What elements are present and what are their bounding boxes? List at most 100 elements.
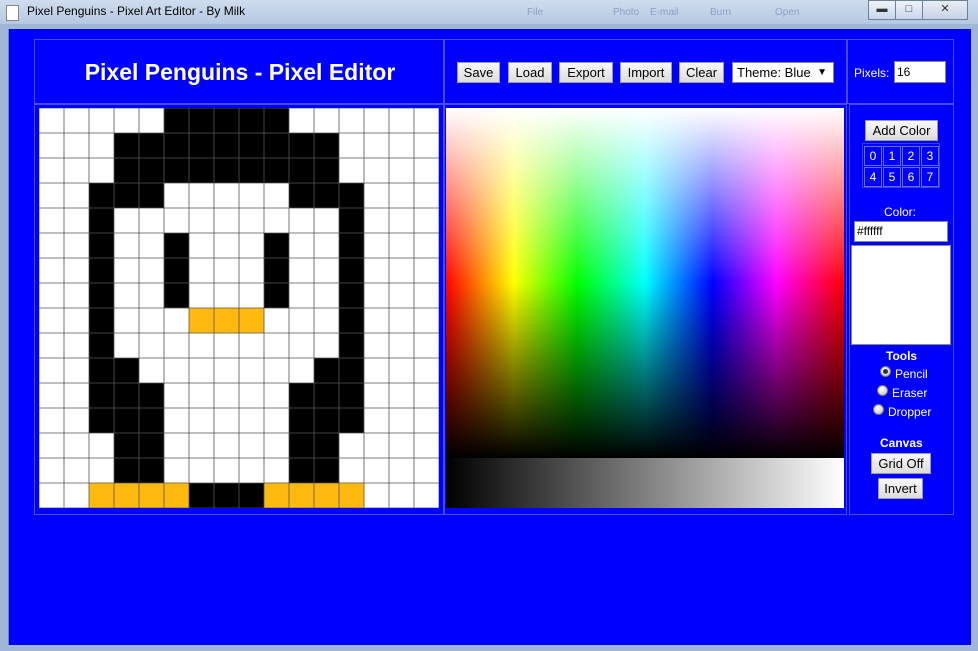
pixel-cell[interactable] xyxy=(389,333,414,358)
pixel-cell[interactable] xyxy=(239,158,264,183)
pixel-cell[interactable] xyxy=(189,233,214,258)
pixel-cell[interactable] xyxy=(89,158,114,183)
color-slot-3[interactable]: 3 xyxy=(921,146,939,166)
pixel-cell[interactable] xyxy=(214,383,239,408)
pixel-canvas[interactable] xyxy=(39,108,439,508)
pixel-cell[interactable] xyxy=(214,208,239,233)
pixel-cell[interactable] xyxy=(289,483,314,508)
pixel-cell[interactable] xyxy=(114,433,139,458)
pixel-cell[interactable] xyxy=(189,358,214,383)
pixel-cell[interactable] xyxy=(214,258,239,283)
pixel-cell[interactable] xyxy=(39,158,64,183)
pixel-cell[interactable] xyxy=(289,108,314,133)
pixel-cell[interactable] xyxy=(89,108,114,133)
pixel-cell[interactable] xyxy=(414,108,439,133)
pixel-cell[interactable] xyxy=(389,183,414,208)
color-slot-1[interactable]: 1 xyxy=(883,146,901,166)
pixel-cell[interactable] xyxy=(139,433,164,458)
pixel-cell[interactable] xyxy=(214,408,239,433)
pixel-cell[interactable] xyxy=(139,358,164,383)
pixel-cell[interactable] xyxy=(189,383,214,408)
pixel-cell[interactable] xyxy=(164,358,189,383)
pixel-cell[interactable] xyxy=(164,233,189,258)
pixel-cell[interactable] xyxy=(314,383,339,408)
pixel-cell[interactable] xyxy=(164,183,189,208)
pixel-cell[interactable] xyxy=(339,233,364,258)
clear-button[interactable]: Clear xyxy=(679,62,724,83)
pixel-cell[interactable] xyxy=(139,158,164,183)
pixel-cell[interactable] xyxy=(239,133,264,158)
pixel-cell[interactable] xyxy=(239,383,264,408)
pixel-cell[interactable] xyxy=(114,108,139,133)
pixel-cell[interactable] xyxy=(164,283,189,308)
pixel-cell[interactable] xyxy=(64,308,89,333)
pixel-cell[interactable] xyxy=(89,358,114,383)
pixel-cell[interactable] xyxy=(364,283,389,308)
pixel-cell[interactable] xyxy=(414,383,439,408)
pixel-cell[interactable] xyxy=(89,333,114,358)
pixel-cell[interactable] xyxy=(289,258,314,283)
pixel-cell[interactable] xyxy=(364,383,389,408)
pixel-cell[interactable] xyxy=(39,108,64,133)
pixel-cell[interactable] xyxy=(389,483,414,508)
pixel-cell[interactable] xyxy=(289,333,314,358)
pixels-input[interactable]: 16 xyxy=(894,61,946,83)
pixel-cell[interactable] xyxy=(389,358,414,383)
pixel-cell[interactable] xyxy=(164,458,189,483)
pixel-cell[interactable] xyxy=(64,258,89,283)
pixel-cell[interactable] xyxy=(114,408,139,433)
pixel-cell[interactable] xyxy=(314,408,339,433)
pixel-cell[interactable] xyxy=(239,358,264,383)
close-icon[interactable]: ✕ xyxy=(922,0,968,20)
export-button[interactable]: Export xyxy=(559,62,613,83)
pixel-cell[interactable] xyxy=(64,283,89,308)
pixel-cell[interactable] xyxy=(64,433,89,458)
pixel-cell[interactable] xyxy=(314,433,339,458)
pixel-cell[interactable] xyxy=(189,208,214,233)
pixel-cell[interactable] xyxy=(64,233,89,258)
pixel-cell[interactable] xyxy=(264,458,289,483)
pixel-cell[interactable] xyxy=(89,458,114,483)
pixel-cell[interactable] xyxy=(264,383,289,408)
pixel-cell[interactable] xyxy=(264,308,289,333)
pixel-cell[interactable] xyxy=(239,208,264,233)
pixel-cell[interactable] xyxy=(389,258,414,283)
pixel-cell[interactable] xyxy=(264,433,289,458)
pixel-cell[interactable] xyxy=(114,358,139,383)
pixel-cell[interactable] xyxy=(314,258,339,283)
pixel-cell[interactable] xyxy=(314,183,339,208)
pixel-cell[interactable] xyxy=(414,333,439,358)
pixel-cell[interactable] xyxy=(164,483,189,508)
pixel-cell[interactable] xyxy=(114,283,139,308)
pixel-cell[interactable] xyxy=(89,433,114,458)
pixel-cell[interactable] xyxy=(189,308,214,333)
pixel-cell[interactable] xyxy=(239,108,264,133)
pixel-cell[interactable] xyxy=(389,158,414,183)
pixel-cell[interactable] xyxy=(239,233,264,258)
pixel-cell[interactable] xyxy=(264,208,289,233)
pixel-cell[interactable] xyxy=(64,158,89,183)
pixel-cell[interactable] xyxy=(389,383,414,408)
pixel-cell[interactable] xyxy=(89,283,114,308)
pixel-cell[interactable] xyxy=(189,433,214,458)
pixel-cell[interactable] xyxy=(139,208,164,233)
pixel-cell[interactable] xyxy=(289,233,314,258)
pixel-cell[interactable] xyxy=(339,133,364,158)
pixel-cell[interactable] xyxy=(89,383,114,408)
pixel-cell[interactable] xyxy=(214,158,239,183)
pixel-cell[interactable] xyxy=(189,283,214,308)
pixel-cell[interactable] xyxy=(39,433,64,458)
pixel-cell[interactable] xyxy=(39,133,64,158)
pixel-cell[interactable] xyxy=(89,308,114,333)
pixel-cell[interactable] xyxy=(264,333,289,358)
pixel-cell[interactable] xyxy=(389,133,414,158)
dropper-radio[interactable] xyxy=(873,404,884,415)
pixel-cell[interactable] xyxy=(164,258,189,283)
pixel-cell[interactable] xyxy=(264,283,289,308)
pixel-cell[interactable] xyxy=(414,183,439,208)
pixel-cell[interactable] xyxy=(39,358,64,383)
pixel-cell[interactable] xyxy=(364,183,389,208)
pixel-cell[interactable] xyxy=(364,233,389,258)
save-button[interactable]: Save xyxy=(457,62,500,83)
pixel-cell[interactable] xyxy=(39,458,64,483)
